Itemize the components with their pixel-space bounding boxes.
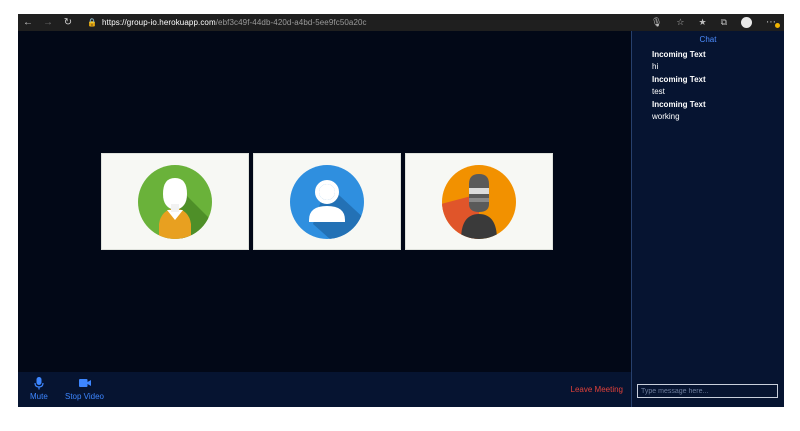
star-icon[interactable]: ☆: [676, 17, 684, 28]
chat-message: Incoming Text working: [652, 99, 784, 123]
mic-icon[interactable]: 🎙: [651, 17, 662, 28]
browser-actions: 🎙 ☆ ★ ⧉ ⋯: [651, 17, 784, 28]
refresh-icon[interactable]: ↻: [58, 17, 78, 28]
microphone-icon: [34, 377, 44, 390]
masked-avatar-icon: [442, 164, 516, 239]
message-sender: Incoming Text: [652, 100, 706, 109]
browser-toolbar: ← → ↻ 🔒 https://group-io.herokuapp.com/e…: [18, 14, 784, 31]
video-camera-icon: [78, 379, 91, 387]
participant-tile[interactable]: [101, 153, 249, 250]
message-text: working: [652, 112, 680, 121]
collections-icon[interactable]: ⧉: [721, 17, 727, 28]
chat-message: Incoming Text hi: [652, 49, 784, 73]
more-icon[interactable]: ⋯: [766, 17, 780, 28]
favorites-icon[interactable]: ★: [698, 17, 706, 28]
chat-message: Incoming Text test: [652, 74, 784, 98]
meeting-controls: Mute Stop Video Leave Meeting: [18, 372, 631, 407]
user-avatar-icon: [290, 164, 364, 239]
chat-message-input[interactable]: [637, 384, 778, 398]
participant-tile[interactable]: [405, 153, 553, 250]
message-sender: Incoming Text: [652, 50, 706, 59]
message-text: hi: [652, 62, 659, 71]
url-path: /ebf3c49f-44db-420d-a4bd-5ee9fc50a20c: [215, 18, 367, 27]
forward-icon[interactable]: →: [38, 17, 58, 28]
chat-title: Chat: [699, 35, 717, 44]
profile-icon[interactable]: [741, 17, 752, 28]
address-bar[interactable]: https://group-io.herokuapp.com/ebf3c49f-…: [102, 18, 367, 27]
message-text: test: [652, 87, 665, 96]
meeting-app: Mute Stop Video Leave Meeting Chat Incom…: [18, 31, 784, 407]
mute-button[interactable]: Mute: [30, 376, 48, 401]
woman-avatar-icon: [138, 164, 212, 239]
stop-video-button[interactable]: Stop Video: [65, 376, 104, 401]
participant-tile[interactable]: [253, 153, 401, 250]
mute-label: Mute: [30, 392, 48, 401]
lock-icon[interactable]: 🔒: [86, 18, 98, 27]
stop-video-label: Stop Video: [65, 392, 104, 401]
meeting-stage: [18, 31, 631, 372]
url-host: https://group-io.herokuapp.com: [102, 18, 216, 27]
leave-meeting-button[interactable]: Leave Meeting: [571, 385, 623, 394]
chat-panel: Chat Incoming Text hi Incoming Text test…: [631, 31, 784, 407]
participant-tiles: [101, 153, 553, 250]
message-sender: Incoming Text: [652, 75, 706, 84]
chat-messages: Incoming Text hi Incoming Text test Inco…: [632, 47, 784, 123]
back-icon[interactable]: ←: [18, 17, 38, 28]
